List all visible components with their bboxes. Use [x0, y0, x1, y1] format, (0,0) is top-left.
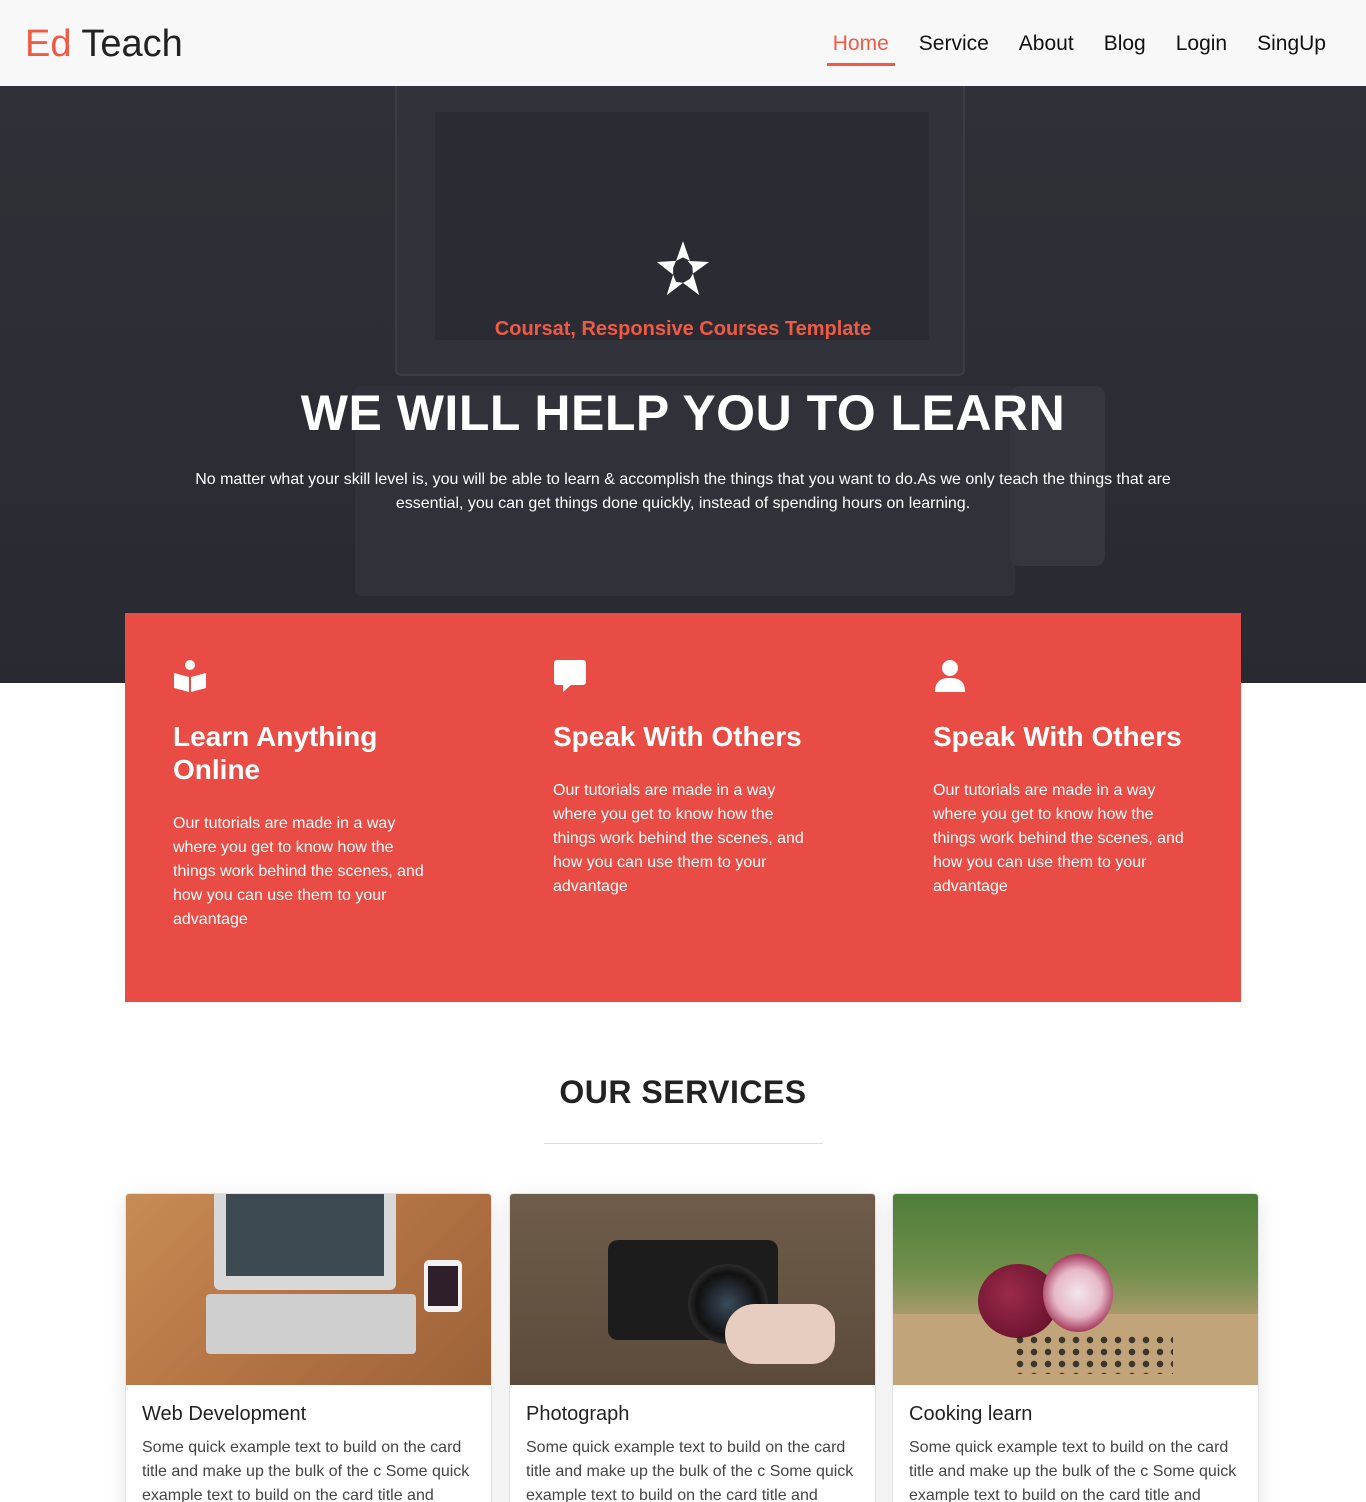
brand-first: Ed: [25, 23, 72, 65]
feature-speak-2: Speak With Others Our tutorials are made…: [933, 659, 1193, 899]
feature-text: Our tutorials are made in a way where yo…: [933, 782, 1184, 895]
card-text: Some quick example text to build on the …: [909, 1439, 1237, 1502]
card-text: Some quick example text to build on the …: [142, 1439, 470, 1502]
card-image-camera: [510, 1194, 875, 1385]
services-divider: [544, 1143, 823, 1144]
card-text: Some quick example text to build on the …: [526, 1439, 854, 1502]
feature-text: Our tutorials are made in a way where yo…: [173, 815, 424, 928]
navbar: Ed Teach Home Service About Blog Login S…: [0, 0, 1366, 86]
feature-title: Speak With Others: [553, 721, 802, 752]
brand-logo[interactable]: Ed Teach: [25, 22, 183, 66]
hero-description: No matter what your skill level is, you …: [195, 471, 1171, 512]
book-reader-icon: [174, 660, 206, 692]
features-panel: Learn Anything Online Our tutorials are …: [125, 613, 1241, 1002]
nav-home[interactable]: Home: [826, 26, 895, 66]
feature-text: Our tutorials are made in a way where yo…: [553, 782, 804, 895]
nav-blog[interactable]: Blog: [1098, 26, 1152, 62]
services-title: OUR SERVICES: [559, 1074, 807, 1110]
feature-title: Learn Anything Online: [173, 721, 378, 785]
user-icon: [935, 660, 965, 692]
nav-about[interactable]: About: [1013, 26, 1080, 62]
hero-title: WE WILL HELP YOU TO LEARN: [300, 385, 1066, 441]
card-image-onions: [893, 1194, 1258, 1385]
feature-speak: Speak With Others Our tutorials are made…: [553, 659, 813, 899]
main-nav: Home Service About Blog Login SingUp: [809, 26, 1332, 66]
nav-login[interactable]: Login: [1170, 26, 1233, 62]
feature-title: Speak With Others: [933, 721, 1182, 752]
card-title: Web Development: [142, 1403, 307, 1425]
star-pinwheel-icon: [656, 241, 710, 296]
hero-subtitle: Coursat, Responsive Courses Template: [494, 318, 872, 340]
brand-second: Teach: [81, 23, 183, 65]
card-title: Photograph: [526, 1403, 630, 1425]
nav-service[interactable]: Service: [913, 26, 995, 62]
chat-bubble-icon: [554, 660, 586, 692]
service-card-web[interactable]: Web Development Some quick example text …: [125, 1193, 492, 1502]
service-card-photo[interactable]: Photograph Some quick example text to bu…: [509, 1193, 876, 1502]
service-card-cooking[interactable]: Cooking learn Some quick example text to…: [892, 1193, 1259, 1502]
nav-signup[interactable]: SingUp: [1251, 26, 1332, 62]
card-image-laptop: [126, 1194, 491, 1385]
card-title: Cooking learn: [909, 1403, 1033, 1425]
feature-learn: Learn Anything Online Our tutorials are …: [173, 659, 433, 932]
hero-section: Coursat, Responsive Courses Template WE …: [0, 86, 1366, 683]
